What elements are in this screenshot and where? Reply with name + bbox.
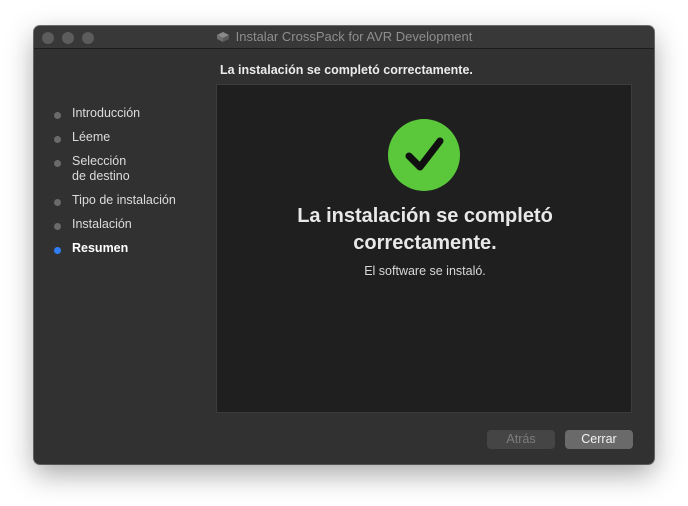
step-label-line2: de destino xyxy=(72,169,130,183)
completion-headline: La instalación se completó correctamente… xyxy=(217,203,633,257)
headline-line2: correctamente. xyxy=(353,232,497,254)
checkmark-circle-icon xyxy=(388,119,460,191)
window-title: Instalar CrossPack for AVR Development xyxy=(34,29,654,47)
step-leeme: Léeme xyxy=(54,130,224,145)
step-dot xyxy=(54,199,61,206)
step-label: Léeme xyxy=(72,130,111,144)
step-label: Resumen xyxy=(72,241,129,255)
active-step-dot xyxy=(54,247,61,254)
completion-message: El software se instaló. xyxy=(364,264,486,278)
installer-window: Instalar CrossPack for AVR Development L… xyxy=(34,26,654,464)
step-seleccion-destino: Selección de destino xyxy=(54,154,224,184)
close-button[interactable]: Cerrar xyxy=(565,430,633,449)
step-dot xyxy=(54,112,61,119)
step-instalacion: Instalación xyxy=(54,217,224,232)
headline-line1: La instalación se completó xyxy=(297,205,553,227)
step-dot xyxy=(54,160,61,167)
step-dot xyxy=(54,223,61,230)
back-button-disabled: Atrás xyxy=(487,430,555,449)
step-label: Instalación xyxy=(72,217,132,231)
step-dot xyxy=(54,136,61,143)
step-label: Introducción xyxy=(72,106,141,120)
installer-steps-sidebar: Introducción Léeme Selección de destino … xyxy=(54,106,224,265)
page-heading: La instalación se completó correctamente… xyxy=(220,63,473,77)
step-label: Tipo de instalación xyxy=(72,193,176,207)
package-icon xyxy=(216,31,230,47)
step-introduccion: Introducción xyxy=(54,106,224,121)
step-label-line1: Selección xyxy=(72,154,127,168)
step-tipo-instalacion: Tipo de instalación xyxy=(54,193,224,208)
title-bar[interactable]: Instalar CrossPack for AVR Development xyxy=(34,26,654,49)
window-title-text: Instalar CrossPack for AVR Development xyxy=(235,29,473,44)
step-resumen-active: Resumen xyxy=(54,241,224,256)
content-panel: La instalación se completó correctamente… xyxy=(216,84,632,413)
